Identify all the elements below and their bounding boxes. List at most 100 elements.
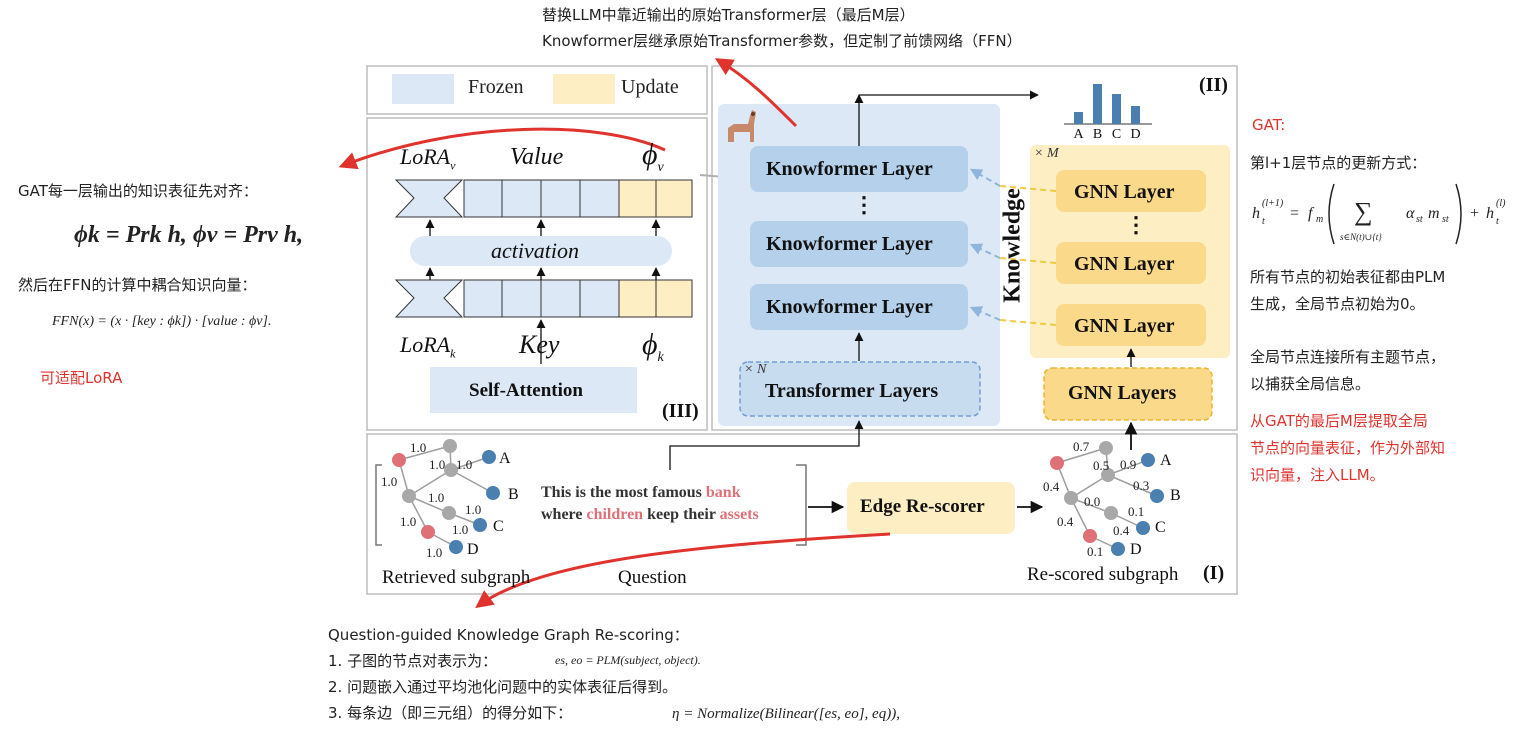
chart-tick-d: D <box>1130 127 1140 142</box>
retrieved-subgraph-label: Retrieved subgraph <box>382 567 531 588</box>
svg-text:m: m <box>1428 205 1440 222</box>
svg-text:h: h <box>1486 205 1494 222</box>
lora-k-hourglass <box>394 279 464 318</box>
weight-label: 1.0 <box>428 490 445 505</box>
gnn-layers-label: GNN Layers <box>1068 382 1177 404</box>
weight-label: 0.3 <box>1133 478 1150 493</box>
panel-iii-label: (III) <box>662 400 699 422</box>
svg-text:h: h <box>1252 205 1260 222</box>
knowformer-dots: ⋮ <box>853 192 875 217</box>
svg-text:∑: ∑ <box>1354 197 1373 226</box>
weight-label: 1.0 <box>452 522 469 537</box>
node-label-d: D <box>1130 541 1142 558</box>
gnn-dots: ⋮ <box>1125 212 1147 237</box>
activation-label: activation <box>491 238 579 263</box>
value-vector <box>463 179 693 218</box>
lora-v-hourglass <box>394 179 464 218</box>
rescoring-item-3-formula: η = Normalize(Bilinear([es, eo], eq)), <box>672 706 900 722</box>
svg-text:m: m <box>1316 214 1323 225</box>
knowformer-layer-bottom-label: Knowformer Layer <box>766 296 933 318</box>
ffn-couple-note: 然后在FFN的计算中耦合知识向量： <box>18 276 257 294</box>
question-label: Question <box>618 567 687 588</box>
lora-compat-note: 可适配LoRA <box>40 369 123 387</box>
update-rule-note: 第l+1层节点的更新方式： <box>1250 154 1427 172</box>
weight-label: 1.0 <box>410 440 427 455</box>
init-repr-note-1: 所有节点的初始表征都由PLM <box>1250 268 1446 286</box>
weight-label: 0.4 <box>1113 523 1130 538</box>
node-label-c: C <box>493 518 504 535</box>
chart-bar-b <box>1093 84 1102 124</box>
gat-align-note: GAT每一层输出的知识表征先对齐： <box>18 182 258 200</box>
node-label-a: A <box>1160 452 1172 469</box>
ffn-formula: FFN(x) = (x · [key : ϕk]) · [value : ϕv]… <box>52 314 272 329</box>
weight-label: 1.0 <box>400 514 417 529</box>
node-label-d: D <box>467 541 479 558</box>
node-label-a: A <box>499 450 511 467</box>
legend-frozen-swatch <box>392 74 454 104</box>
svg-text:f: f <box>1308 205 1315 222</box>
gnn-layer-bottom-label: GNN Layer <box>1074 315 1175 337</box>
key-vector <box>463 279 693 318</box>
svg-text:t: t <box>1262 216 1265 227</box>
knowformer-layer-top-label: Knowformer Layer <box>766 158 933 180</box>
panel-ii-label: (II) <box>1199 74 1228 96</box>
panel-i-label: (I) <box>1203 562 1225 584</box>
gat-title: GAT: <box>1252 116 1286 134</box>
lora-k-label: LoRAk <box>400 332 456 361</box>
times-m-label: × M <box>1034 146 1059 161</box>
rescoring-item-2: 2. 问题嵌入通过平均池化问题中的实体表征后得到。 <box>328 678 678 696</box>
value-label: Value <box>510 144 564 170</box>
node-label-b: B <box>508 486 519 503</box>
svg-text:+: + <box>1470 205 1479 222</box>
extract-note-3: 识向量，注入LLM。 <box>1250 466 1385 484</box>
gnn-layer-top-label: GNN Layer <box>1074 181 1175 203</box>
weight-label: 0.1 <box>1087 544 1104 559</box>
weight-label: 1.0 <box>456 457 473 472</box>
weight-label: 1.0 <box>465 502 482 517</box>
init-repr-note-2: 生成，全局节点初始为0。 <box>1250 295 1425 313</box>
key-label: Key <box>519 330 560 359</box>
times-n-label: × N <box>744 362 767 377</box>
transformer-layers-label: Transformer Layers <box>765 380 939 402</box>
rescoring-title: Question-guided Knowledge Graph Re-scori… <box>328 626 689 644</box>
weight-label: 1.0 <box>429 457 446 472</box>
svg-text:st: st <box>1416 214 1423 225</box>
svg-text:st: st <box>1442 214 1449 225</box>
svg-text:t: t <box>1496 216 1499 227</box>
weight-label: 0.0 <box>1084 494 1101 509</box>
rescoring-item-3: 3. 每条边（即三元组）的得分如下： <box>328 704 573 722</box>
chart-bar-a <box>1074 112 1083 124</box>
knowformer-layer-mid-label: Knowformer Layer <box>766 233 933 255</box>
projection-formula: ϕk = Prk h, ϕv = Prv h, <box>74 222 304 248</box>
weight-label: 1.0 <box>426 545 443 560</box>
weight-label: 0.4 <box>1043 479 1060 494</box>
global-node-note-1: 全局节点连接所有主题节点， <box>1250 348 1446 366</box>
question-text: This is the most famous bank where child… <box>541 484 759 523</box>
edge-rescorer-label: Edge Re-scorer <box>860 496 985 517</box>
extract-note-2: 节点的向量表征，作为外部知 <box>1250 439 1446 457</box>
weight-label: 0.4 <box>1057 514 1074 529</box>
chart-tick-a: A <box>1073 127 1084 142</box>
question-to-transformer-arrow <box>669 420 864 470</box>
chart-bar-d <box>1131 106 1140 124</box>
weight-label: 0.1 <box>1128 504 1145 519</box>
svg-text:(l+1): (l+1) <box>1262 198 1284 209</box>
global-node-note-2: 以捕获全局信息。 <box>1250 375 1371 393</box>
weight-label: 0.5 <box>1093 458 1110 473</box>
retrieved-nodes <box>392 439 500 554</box>
gat-update-formula: h (l+1) t = f m ∑ s∈N(t)∪{t} α st m st +… <box>1250 178 1522 250</box>
rescoring-item-1: 1. 子图的节点对表示为： <box>328 652 498 670</box>
legend-update-label: Update <box>621 76 679 98</box>
output-bar-chart: ABCD <box>1064 84 1152 142</box>
svg-text:=: = <box>1290 205 1299 222</box>
svg-text:(l): (l) <box>1496 198 1506 209</box>
svg-text:s∈N(t)∪{t}: s∈N(t)∪{t} <box>1340 232 1382 242</box>
svg-text:α: α <box>1406 205 1415 222</box>
extract-note-1: 从GAT的最后M层提取全局 <box>1250 412 1428 430</box>
chart-bar-c <box>1112 94 1121 124</box>
phi-k-label: ϕk <box>642 328 664 365</box>
legend-frozen-label: Frozen <box>468 76 524 98</box>
gnn-layer-mid-label: GNN Layer <box>1074 253 1175 275</box>
self-attention-label: Self-Attention <box>469 380 583 401</box>
weight-label: 0.7 <box>1073 439 1090 454</box>
